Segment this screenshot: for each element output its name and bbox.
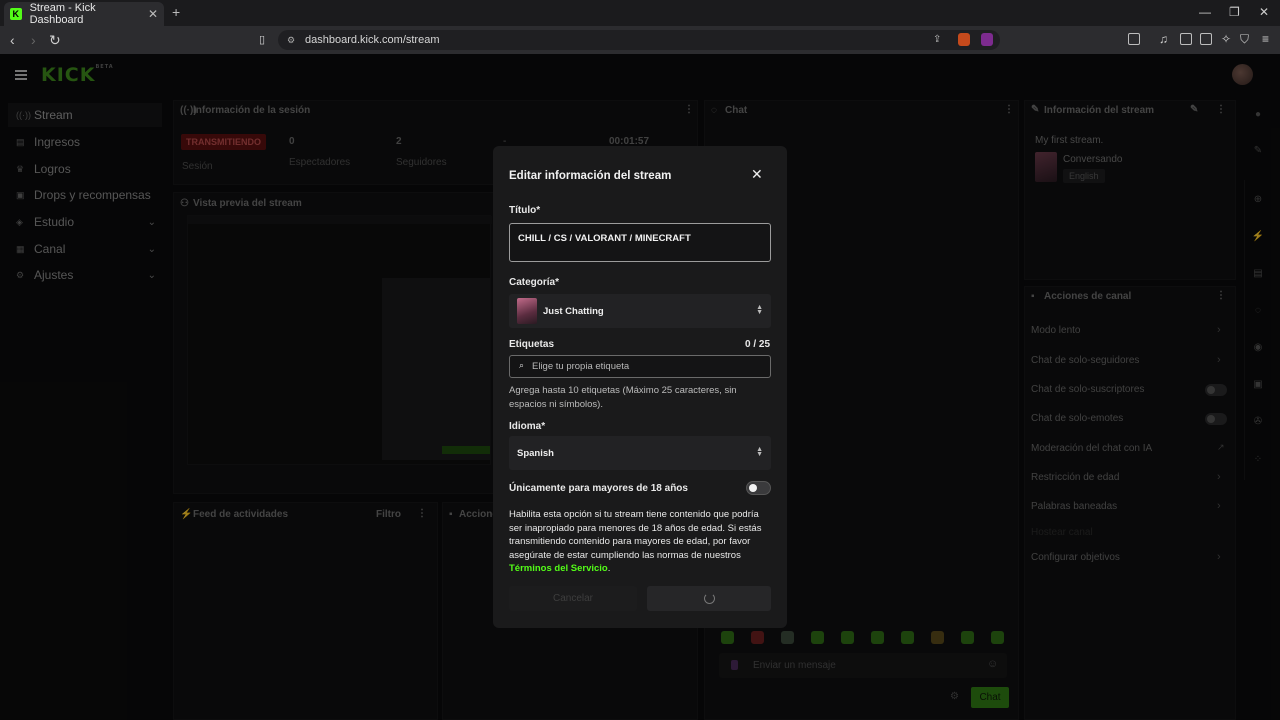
adult-description: Habilita esta opción si tu stream tiene …	[509, 508, 771, 576]
vpn-icon[interactable]: ⛉	[1240, 32, 1249, 47]
reader-icon[interactable]	[1180, 33, 1192, 45]
tags-counter: 0 / 25	[745, 339, 771, 350]
category-value: Just Chatting	[543, 306, 604, 317]
restore-icon[interactable]: ❐	[1229, 5, 1240, 19]
reload-icon[interactable]: ↻	[49, 32, 61, 49]
terms-link[interactable]: Términos del Servicio	[509, 563, 608, 574]
save-button[interactable]	[647, 586, 771, 611]
title-label: Título*	[509, 205, 541, 216]
site-info-icon[interactable]: ⚙	[287, 30, 295, 50]
new-tab-icon[interactable]: +	[172, 4, 180, 20]
kick-favicon-icon: K	[10, 8, 22, 20]
sidebar-panel-icon[interactable]	[1128, 33, 1140, 45]
close-icon[interactable]: ✕	[751, 166, 763, 183]
music-icon[interactable]: ♫	[1159, 32, 1168, 46]
url-text: dashboard.kick.com/stream	[305, 34, 440, 46]
brave-rewards-icon[interactable]	[981, 33, 993, 46]
title-input[interactable]: CHILL / CS / VALORANT / MINECRAFT	[509, 223, 771, 262]
search-icon: ⌕	[519, 360, 525, 370]
brave-shield-icon[interactable]	[958, 33, 970, 46]
tab-title: Stream - Kick Dashboard	[29, 2, 96, 26]
tags-help-text: Agrega hasta 10 etiquetas (Máximo 25 car…	[509, 385, 737, 410]
forward-icon[interactable]: ›	[31, 32, 36, 48]
tags-input[interactable]: ⌕ Elige tu propia etiqueta	[509, 355, 771, 378]
wallet-icon[interactable]	[1200, 33, 1212, 45]
adult-toggle[interactable]	[746, 481, 771, 495]
edit-stream-modal: Editar información del stream ✕ Título* …	[493, 146, 787, 628]
select-arrows-icon: ▲ ▼	[756, 446, 763, 458]
tags-placeholder: Elige tu propia etiqueta	[532, 361, 630, 372]
share-icon[interactable]: ⇪	[933, 30, 941, 50]
category-select[interactable]: Just Chatting ▲ ▼	[509, 294, 771, 328]
browser-tab[interactable]: K Stream - Kick Dashboard ✕	[4, 2, 164, 26]
back-icon[interactable]: ‹	[10, 32, 15, 48]
minimize-icon[interactable]: —	[1199, 5, 1211, 19]
modal-title: Editar información del stream	[509, 170, 672, 182]
tags-label: Etiquetas	[509, 339, 555, 350]
language-value: Spanish	[517, 448, 554, 459]
adult-label: Únicamente para mayores de 18 años	[509, 483, 688, 494]
leo-icon[interactable]: ✧	[1221, 32, 1231, 46]
menu-icon[interactable]: ≡	[1262, 32, 1269, 46]
cancel-button[interactable]: Cancelar	[509, 586, 637, 611]
url-bar[interactable]: ⚙ dashboard.kick.com/stream ⇪	[278, 30, 1000, 50]
language-select[interactable]: Spanish ▲ ▼	[509, 436, 771, 470]
loading-spinner-icon	[704, 593, 715, 604]
select-arrows-icon: ▲ ▼	[756, 304, 763, 316]
browser-tabbar: K Stream - Kick Dashboard ✕ + — ❐ ✕	[0, 0, 1280, 26]
browser-toolbar: ‹ › ↻ ▯ ⚙ dashboard.kick.com/stream ⇪ ♫ …	[0, 26, 1280, 54]
tab-close-icon[interactable]: ✕	[148, 7, 158, 21]
language-label: Idioma*	[509, 421, 546, 432]
category-thumbnail	[517, 298, 537, 324]
bookmark-icon[interactable]: ▯	[259, 33, 265, 46]
terms-suffix: .	[607, 563, 611, 574]
window-close-icon[interactable]: ✕	[1259, 5, 1269, 19]
category-label: Categoría*	[509, 277, 560, 288]
adult-description-text: Habilita esta opción si tu stream tiene …	[509, 509, 762, 561]
